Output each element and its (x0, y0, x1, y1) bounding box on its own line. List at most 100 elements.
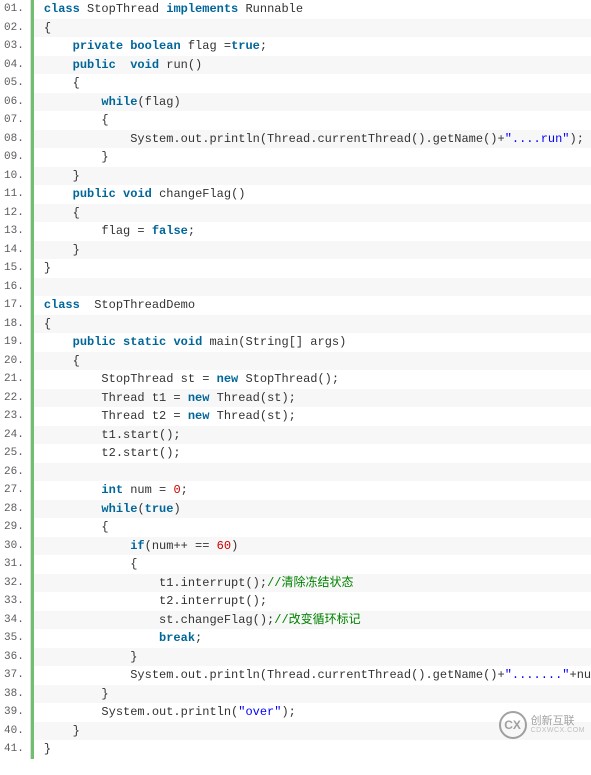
code-line: public void changeFlag() (34, 185, 591, 204)
code-token: Thread t1 = (44, 391, 188, 405)
code-token: { (44, 76, 80, 90)
line-number: 31. (0, 555, 30, 574)
code-token: new (188, 409, 217, 423)
code-line: flag = false; (34, 222, 591, 241)
code-token: //清除冻结状态 (267, 576, 353, 590)
code-token: Thread t2 = (44, 409, 188, 423)
code-token: flag = (44, 224, 152, 238)
code-token: } (44, 169, 80, 183)
line-number: 39. (0, 703, 30, 722)
code-token: main(String[] args) (209, 335, 346, 349)
line-number: 41. (0, 740, 30, 759)
code-token: ); (281, 705, 295, 719)
line-number: 26. (0, 463, 30, 482)
code-token: System.out.println( (44, 705, 238, 719)
line-number: 24. (0, 426, 30, 445)
code-line: } (34, 722, 591, 741)
code-line: { (34, 19, 591, 38)
code-token: { (44, 354, 80, 368)
line-number: 03. (0, 37, 30, 56)
code-token: } (44, 724, 80, 738)
code-token: class (44, 298, 94, 312)
code-line: class StopThreadDemo (34, 296, 591, 315)
line-number: 14. (0, 241, 30, 260)
code-token: t1.interrupt(); (44, 576, 267, 590)
code-token: { (44, 520, 109, 534)
code-token: (num++ == (145, 539, 217, 553)
code-line: { (34, 204, 591, 223)
line-number: 17. (0, 296, 30, 315)
code-line (34, 278, 591, 297)
code-token: StopThread (87, 2, 166, 16)
code-token: void (173, 335, 209, 349)
code-token: num = (130, 483, 173, 497)
code-token: } (44, 150, 109, 164)
code-line: System.out.println("over"); (34, 703, 591, 722)
code-token: boolean (130, 39, 188, 53)
code-line: } (34, 648, 591, 667)
code-token: StopThreadDemo (94, 298, 195, 312)
code-token: Runnable (245, 2, 303, 16)
line-number: 15. (0, 259, 30, 278)
line-number: 40. (0, 722, 30, 741)
code-token: while (101, 502, 137, 516)
code-token: flag = (188, 39, 231, 53)
code-token: "....run" (505, 132, 570, 146)
line-number-gutter: 01.02.03.04.05.06.07.08.09.10.11.12.13.1… (0, 0, 31, 759)
code-token: } (44, 687, 109, 701)
code-token: ) (173, 502, 180, 516)
code-block: 01.02.03.04.05.06.07.08.09.10.11.12.13.1… (0, 0, 591, 759)
line-number: 16. (0, 278, 30, 297)
code-line: private boolean flag =true; (34, 37, 591, 56)
code-token: ( (137, 502, 144, 516)
code-line: } (34, 259, 591, 278)
code-token (44, 95, 102, 109)
code-token: ) (231, 539, 238, 553)
code-token: StopThread st = (44, 372, 217, 386)
code-token: static (123, 335, 173, 349)
line-number: 33. (0, 592, 30, 611)
code-token: { (44, 557, 138, 571)
code-token: int (101, 483, 130, 497)
code-token (44, 58, 73, 72)
code-token: true (231, 39, 260, 53)
code-line: t2.interrupt(); (34, 592, 591, 611)
code-token: Thread(st); (217, 391, 296, 405)
line-number: 28. (0, 500, 30, 519)
code-token: { (44, 206, 80, 220)
code-token (44, 187, 73, 201)
code-line: t1.start(); (34, 426, 591, 445)
code-token: //改变循环标记 (274, 613, 360, 627)
code-token: private (73, 39, 131, 53)
code-token: Thread(st); (217, 409, 296, 423)
line-number: 05. (0, 74, 30, 93)
code-line: t2.start(); (34, 444, 591, 463)
code-token: public (73, 187, 123, 201)
code-token: if (130, 539, 144, 553)
code-token: "......." (505, 668, 570, 682)
line-number: 29. (0, 518, 30, 537)
code-token: } (44, 742, 51, 756)
code-token: 0 (173, 483, 180, 497)
code-line: { (34, 315, 591, 334)
code-token: new (188, 391, 217, 405)
line-number: 13. (0, 222, 30, 241)
code-token: } (44, 243, 80, 257)
code-token (44, 483, 102, 497)
code-line: } (34, 148, 591, 167)
code-token: { (44, 113, 109, 127)
code-token: StopThread(); (245, 372, 339, 386)
code-token (44, 502, 102, 516)
code-token: changeFlag() (159, 187, 245, 201)
code-token: } (44, 650, 138, 664)
code-line: while(true) (34, 500, 591, 519)
code-line: while(flag) (34, 93, 591, 112)
code-line: { (34, 555, 591, 574)
code-token: "over" (238, 705, 281, 719)
line-number: 07. (0, 111, 30, 130)
code-token: } (44, 261, 51, 275)
line-number: 08. (0, 130, 30, 149)
line-number: 19. (0, 333, 30, 352)
code-token: break (159, 631, 195, 645)
line-number: 04. (0, 56, 30, 75)
